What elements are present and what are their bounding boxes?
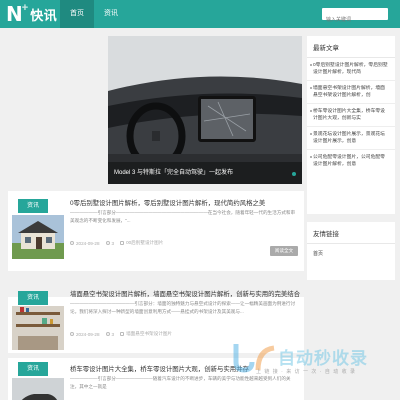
article-meta: 2024-09-28 3 00后别墅设计图片	[70, 240, 163, 246]
hero-caption: Model 3 与特斯拉「完全自动驾驶」一起发布	[108, 162, 302, 184]
views-meta: 3	[105, 331, 115, 337]
recent-articles-panel: 最新文章 0零后别墅设计图片解析，零后别墅设计图片解析，现代简 墙面悬空书架设计…	[307, 36, 395, 214]
views-meta: 3	[105, 240, 115, 246]
article-excerpt: ——————————————引言部分：墙面的独特魅力与悬空式设计的探索——让一幅…	[70, 301, 296, 314]
article-title[interactable]: 墙面悬空书架设计图片解析，墙面悬空书架设计图片解析，创新与实用的完美结合	[70, 289, 300, 298]
article-card: 资讯 0零后别墅设计图片解析，零后别墅设计图片解析，现代简约风格之美 —————…	[8, 191, 304, 271]
recent-article-link[interactable]: 公司危配零设计图片，公司危配零设计图片解析，创意	[307, 150, 395, 172]
recent-article-link[interactable]: 0零后别墅设计图片解析，零后别墅设计图片解析，现代简	[307, 58, 395, 81]
tag-icon	[120, 240, 125, 245]
friend-links-title: 友情链接	[307, 222, 395, 244]
article-thumbnail[interactable]	[12, 215, 64, 259]
recent-article-link[interactable]: 墙面悬空书架设计图片解析，墙面悬空书架设计图片解析，创	[307, 81, 395, 104]
clock-icon	[70, 241, 74, 246]
eye-icon	[105, 241, 110, 246]
tag-meta[interactable]: 00后别墅设计图片	[120, 240, 163, 246]
article-title[interactable]: 0零后别墅设计图片解析，零后别墅设计图片解析，现代简约风格之美	[70, 198, 265, 207]
article-card: 资讯 墙面悬空书架设计图片解析，墙面悬空书架设计图片解析，创新与实用的完美结合 …	[8, 291, 304, 353]
logo-plus: +	[21, 2, 29, 14]
article-thumbnail[interactable]	[12, 378, 64, 400]
hero-slider[interactable]: Model 3 与特斯拉「完全自动驾驶」一起发布	[108, 36, 302, 184]
article-date: 2024-09-28	[76, 240, 100, 246]
tag-icon	[120, 331, 125, 336]
main-nav: 首页 资讯	[60, 0, 128, 28]
article-excerpt: ——————引言部分————————随着汽车设计的不断进步，车辆的美学与功能性越…	[70, 376, 291, 389]
tag-meta[interactable]: 墙面悬空书架设计图片	[120, 331, 172, 337]
top-navbar: N + 快讯 首页 资讯	[0, 0, 400, 28]
article-tag[interactable]: 墙面悬空书架设计图片	[126, 331, 172, 336]
category-badge[interactable]: 资讯	[18, 199, 48, 213]
logo-text: 快讯	[30, 7, 58, 23]
recent-article-link[interactable]: 桥车零设计图片大全集，桥车零设计图片大观，创新与实	[307, 104, 395, 127]
eye-icon	[105, 332, 110, 337]
date-meta: 2024-09-28	[70, 332, 100, 337]
search-box	[322, 8, 388, 26]
date-meta: 2024-09-28	[70, 241, 100, 246]
category-badge[interactable]: 资讯	[18, 291, 48, 305]
article-views: 3	[111, 240, 115, 246]
read-more-button[interactable]: 阅读全文	[270, 246, 298, 256]
friend-link[interactable]: 首页	[307, 244, 395, 263]
article-meta: 2024-09-28 3 墙面悬空书架设计图片	[70, 331, 172, 337]
site-logo[interactable]: N + 快讯	[6, 2, 58, 26]
article-excerpt: ——————引言部分————————————————————在当今社会，随着年轻…	[70, 210, 296, 223]
category-badge[interactable]: 资讯	[18, 362, 48, 376]
nav-item-home[interactable]: 首页	[60, 0, 94, 28]
search-input[interactable]	[322, 14, 388, 26]
article-tag[interactable]: 00后别墅设计图片	[126, 240, 163, 245]
recent-articles-title: 最新文章	[307, 36, 395, 58]
article-thumbnail[interactable]	[12, 306, 64, 350]
article-title[interactable]: 桥车零设计图片大全集，桥车零设计图片大观，创新与实用并存	[70, 364, 249, 373]
article-card: 资讯 桥车零设计图片大全集，桥车零设计图片大观，创新与实用并存 ——————引言…	[8, 358, 304, 400]
friend-links-panel: 友情链接 首页	[307, 222, 395, 280]
nav-item-news[interactable]: 资讯	[94, 0, 128, 28]
recent-article-link[interactable]: 景观花坛设计图片展示，景观花坛设计图片展示，创意	[307, 127, 395, 150]
logo-letter: N	[6, 2, 23, 26]
article-views: 3	[111, 331, 115, 337]
slider-indicator[interactable]	[292, 172, 296, 176]
article-date: 2024-09-28	[76, 331, 100, 337]
clock-icon	[70, 332, 74, 337]
